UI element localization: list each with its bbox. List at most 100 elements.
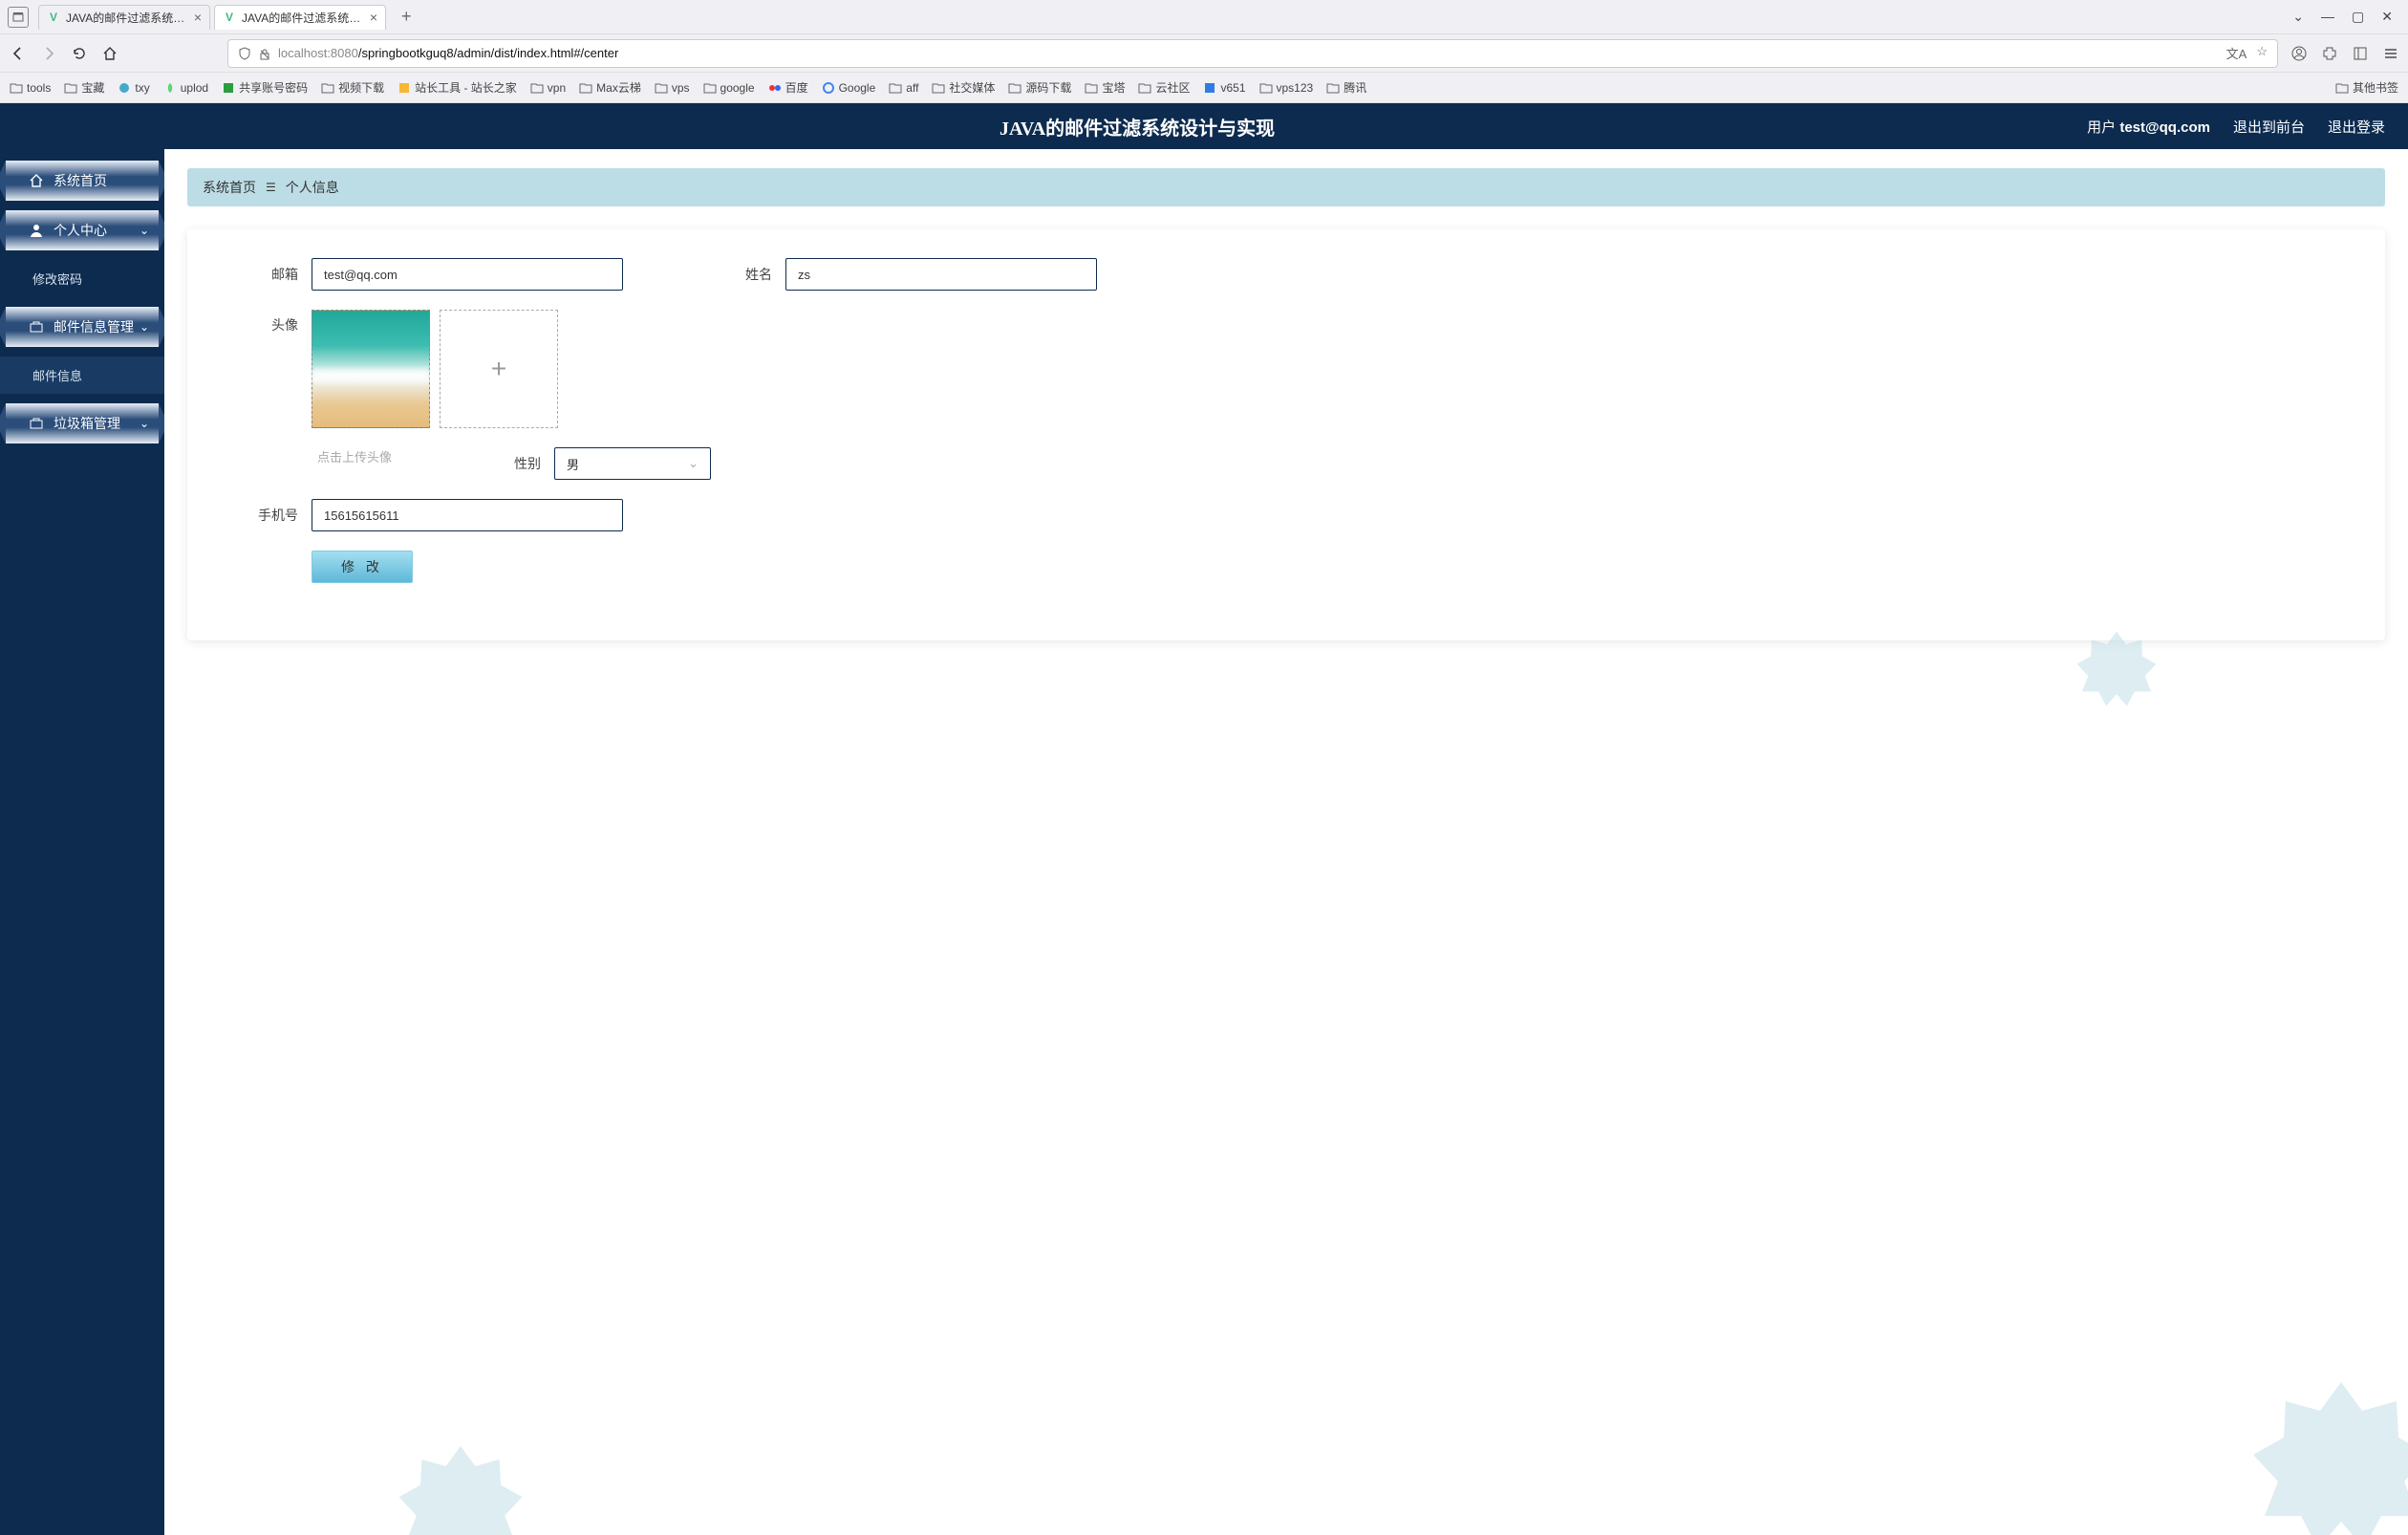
bookmark-item[interactable]: Google — [822, 81, 876, 95]
bookmark-item[interactable]: uplod — [163, 81, 208, 95]
star-icon[interactable]: ☆ — [2256, 44, 2268, 62]
to-front-link[interactable]: 退出到前台 — [2233, 117, 2305, 137]
bookmark-item[interactable]: txy — [118, 81, 149, 95]
sidebar-item-trash-manage[interactable]: 垃圾箱管理 ⌄ — [6, 403, 159, 443]
name-input[interactable] — [785, 258, 1097, 291]
bookmark-item[interactable]: vps123 — [1259, 81, 1314, 95]
form-item-name: 姓名 — [699, 258, 1097, 291]
gender-value: 男 — [567, 455, 579, 473]
close-window-icon[interactable]: ✕ — [2381, 9, 2393, 25]
avatar-label: 头像 — [226, 310, 312, 335]
sidebar-sub-mail-info[interactable]: 邮件信息 — [0, 357, 164, 394]
bookmark-item[interactable]: 百度 — [768, 79, 808, 96]
email-label: 邮箱 — [226, 265, 312, 284]
url-text: localhost:8080/springbootkguq8/admin/dis… — [278, 46, 618, 60]
briefcase-icon — [29, 416, 46, 431]
bookmark-item[interactable]: 宝藏 — [64, 79, 104, 96]
user-label: 用户 test@qq.com — [2087, 117, 2210, 137]
bookmark-item[interactable]: v651 — [1203, 81, 1245, 95]
tab-title: JAVA的邮件过滤系统设计与实现 — [242, 10, 364, 26]
account-icon[interactable] — [2291, 45, 2307, 61]
sidebar-item-label: 个人中心 — [54, 221, 107, 240]
address-bar[interactable]: localhost:8080/springbootkguq8/admin/dis… — [227, 39, 2278, 68]
bookmark-item[interactable]: 社交媒体 — [932, 79, 995, 96]
bookmark-item[interactable]: Max云梯 — [579, 79, 641, 96]
chevron-down-icon: ⌄ — [688, 456, 699, 471]
breadcrumb-home[interactable]: 系统首页 — [203, 178, 256, 197]
sidebar-item-home[interactable]: 系统首页 — [6, 161, 159, 201]
email-input[interactable] — [312, 258, 623, 291]
bookmark-item[interactable]: vps — [655, 81, 690, 95]
user-icon — [29, 223, 46, 238]
decorative-star-icon — [394, 1439, 527, 1535]
bookmark-item[interactable]: 宝塔 — [1085, 79, 1125, 96]
form-item-email: 邮箱 — [226, 258, 623, 291]
chevron-down-icon[interactable]: ⌄ — [2292, 9, 2304, 25]
sidebar-item-label: 垃圾箱管理 — [54, 414, 120, 433]
tab-title: JAVA的邮件过滤系统设计与实现 — [66, 10, 188, 26]
chevron-down-icon: ⌄ — [140, 320, 149, 334]
sidebar-item-mail-manage[interactable]: 邮件信息管理 ⌄ — [6, 307, 159, 347]
home-icon[interactable] — [101, 45, 118, 62]
browser-tab-1[interactable]: V JAVA的邮件过滤系统设计与实现 × — [214, 5, 386, 30]
nav-bar: localhost:8080/springbootkguq8/admin/dis… — [0, 34, 2408, 73]
sidebar-sub-change-password[interactable]: 修改密码 — [0, 260, 164, 297]
tab-bar: V JAVA的邮件过滤系统设计与实现 × V JAVA的邮件过滤系统设计与实现 … — [0, 0, 2408, 34]
other-bookmarks[interactable]: 其他书签 — [2335, 79, 2398, 96]
translate-icon[interactable]: 文A — [2226, 44, 2247, 62]
bookmark-item[interactable]: 站长工具 - 站长之家 — [398, 79, 517, 96]
chevron-down-icon: ⌄ — [140, 417, 149, 430]
avatar-hint: 点击上传头像 — [317, 447, 392, 465]
form-item-phone: 手机号 — [226, 499, 623, 531]
home-icon — [29, 173, 46, 188]
decorative-star-icon — [2246, 1373, 2408, 1535]
bookmark-item[interactable]: tools — [10, 81, 51, 95]
bookmark-item[interactable]: 云社区 — [1138, 79, 1190, 96]
briefcase-icon — [29, 319, 46, 335]
bookmark-item[interactable]: 源码下载 — [1008, 79, 1071, 96]
back-icon[interactable] — [10, 45, 27, 62]
reload-icon[interactable] — [71, 45, 88, 62]
maximize-icon[interactable]: ▢ — [2352, 9, 2364, 25]
phone-input[interactable] — [312, 499, 623, 531]
bookmark-item[interactable]: 共享账号密码 — [222, 79, 308, 96]
bookmark-item[interactable]: aff — [889, 81, 918, 95]
logout-link[interactable]: 退出登录 — [2328, 117, 2385, 137]
window-controls: ⌄ — ▢ ✕ — [2292, 9, 2400, 25]
breadcrumb-current: 个人信息 — [286, 178, 339, 197]
shield-icon — [238, 46, 251, 61]
sidebar-item-label: 系统首页 — [54, 171, 107, 190]
plus-icon: + — [491, 354, 506, 384]
close-icon[interactable]: × — [194, 10, 202, 25]
sidebar-toggle-icon[interactable] — [2353, 45, 2368, 61]
minimize-icon[interactable]: — — [2321, 9, 2334, 25]
browser-tab-0[interactable]: V JAVA的邮件过滤系统设计与实现 × — [38, 5, 210, 30]
breadcrumb: 系统首页 ☰ 个人信息 — [187, 168, 2385, 206]
bookmark-item[interactable]: vpn — [530, 81, 566, 95]
menu-icon[interactable] — [2383, 45, 2398, 61]
gender-label: 性别 — [468, 454, 554, 473]
bookmark-item[interactable]: google — [703, 81, 755, 95]
form-item-avatar-hint: 点击上传头像 — [226, 447, 392, 465]
sidebar-item-label: 邮件信息管理 — [54, 317, 134, 336]
bookmark-item[interactable]: 腾讯 — [1326, 79, 1366, 96]
app-root: 系统首页 个人中心 ⌄ 修改密码 邮件信息管理 ⌄ 邮件信息 垃圾箱管理 ⌄ J… — [0, 103, 2408, 1535]
phone-label: 手机号 — [226, 506, 312, 525]
form-item-gender: 性别 男 ⌄ — [468, 447, 711, 480]
submit-button[interactable]: 修 改 — [312, 551, 413, 583]
forward-icon[interactable] — [40, 45, 57, 62]
name-label: 姓名 — [699, 265, 785, 284]
browser-chrome: V JAVA的邮件过滤系统设计与实现 × V JAVA的邮件过滤系统设计与实现 … — [0, 0, 2408, 103]
gender-select[interactable]: 男 ⌄ — [554, 447, 711, 480]
sidebar: 系统首页 个人中心 ⌄ 修改密码 邮件信息管理 ⌄ 邮件信息 垃圾箱管理 ⌄ — [0, 103, 164, 1535]
avatar-thumbnail[interactable] — [312, 310, 430, 428]
extensions-icon[interactable] — [2322, 45, 2337, 61]
avatar-upload-button[interactable]: + — [440, 310, 558, 428]
vue-favicon: V — [47, 11, 60, 24]
chevron-down-icon: ⌄ — [140, 224, 149, 237]
window-menu-icon[interactable] — [8, 7, 29, 28]
sidebar-item-profile[interactable]: 个人中心 ⌄ — [6, 210, 159, 250]
new-tab-button[interactable]: + — [396, 7, 418, 27]
bookmark-item[interactable]: 视频下载 — [321, 79, 384, 96]
close-icon[interactable]: × — [370, 10, 377, 25]
